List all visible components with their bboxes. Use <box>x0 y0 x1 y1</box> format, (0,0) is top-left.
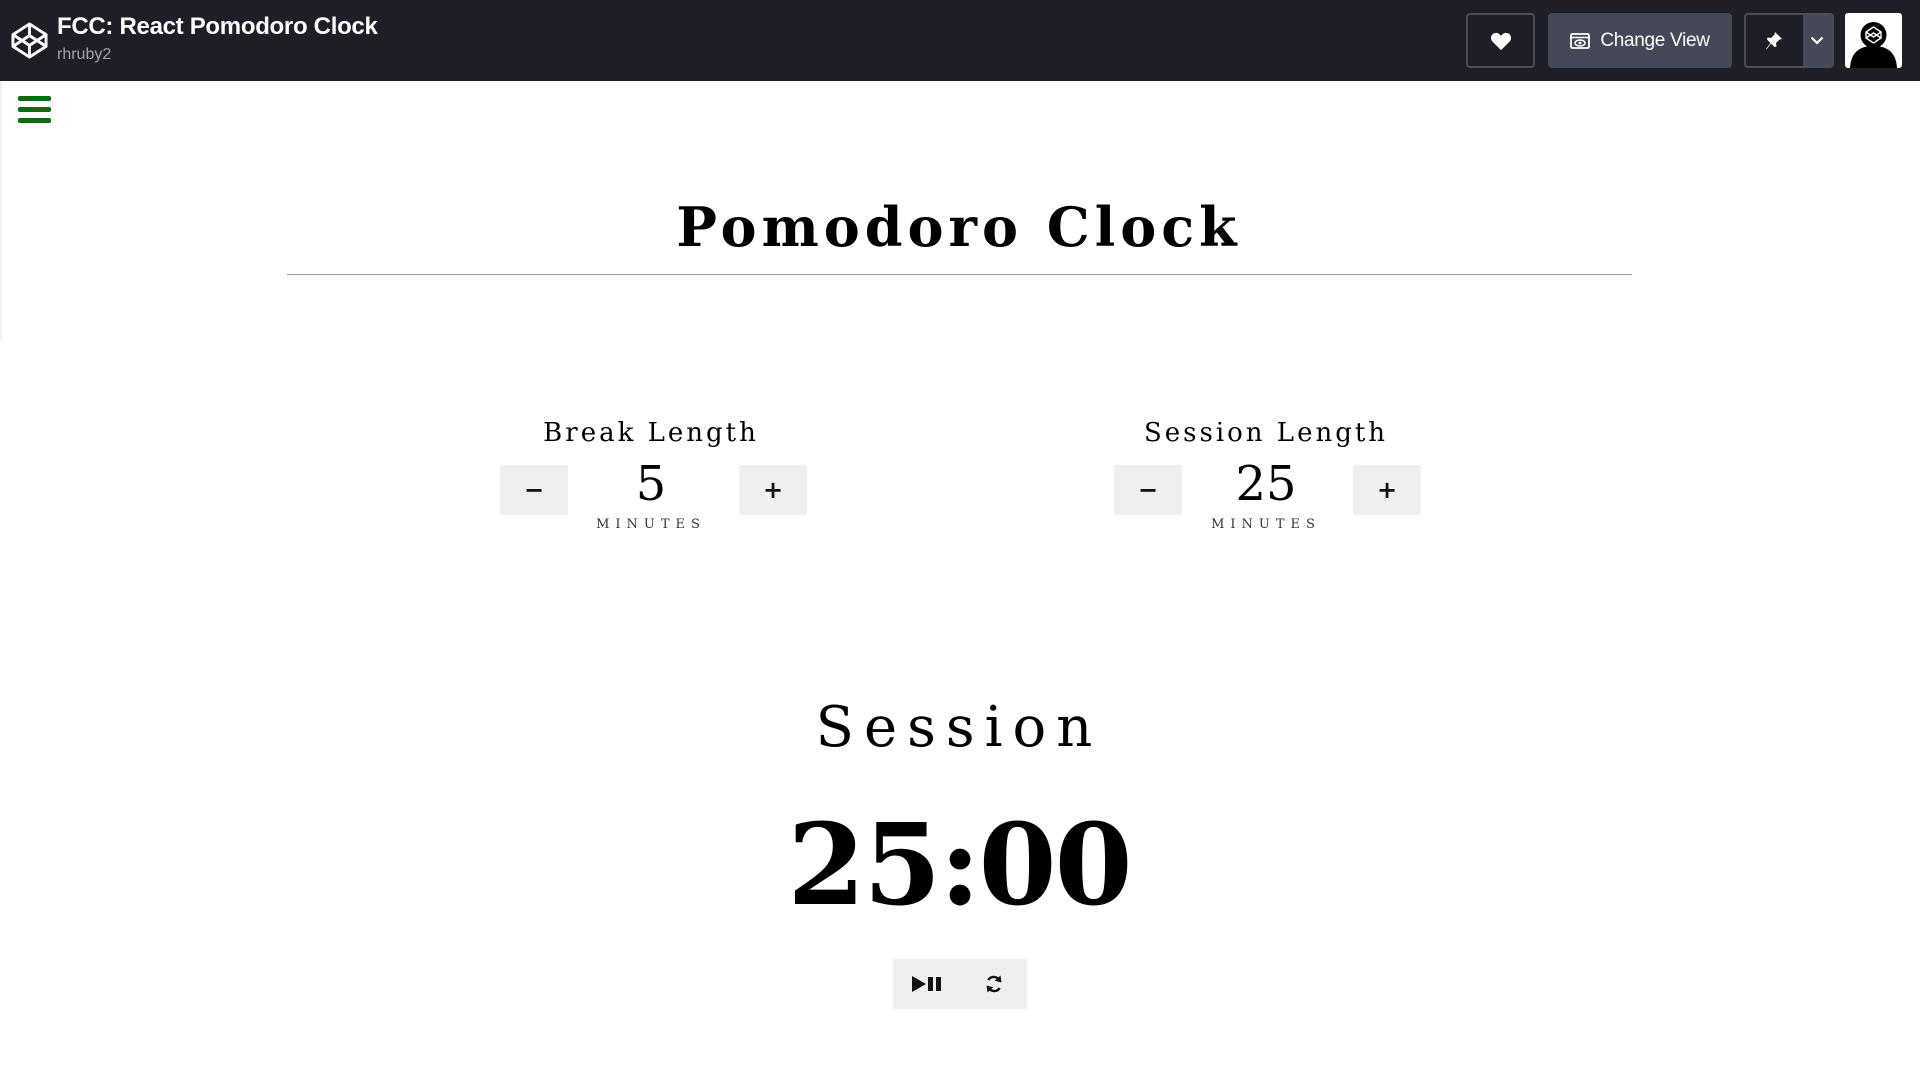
play-pause-icon <box>911 976 941 992</box>
break-unit-label: MINUTES <box>596 517 706 532</box>
title-divider <box>287 274 1632 275</box>
session-label: Session Length <box>1143 418 1389 448</box>
session-unit-label: MINUTES <box>1211 517 1321 532</box>
top-bar: FCC: React Pomodoro Clock rhruby2 Change… <box>0 0 1920 81</box>
reset-button[interactable] <box>960 959 1027 1009</box>
pen-author[interactable]: rhruby2 <box>57 46 111 64</box>
user-avatar[interactable] <box>1845 13 1902 68</box>
timer-label: Session <box>815 695 1103 760</box>
break-label: Break Length <box>543 418 759 448</box>
pin-button-group <box>1744 13 1834 68</box>
eye-window-icon <box>1570 32 1591 49</box>
refresh-icon <box>986 975 1001 993</box>
pin-button[interactable] <box>1746 15 1803 66</box>
chevron-down-icon <box>1811 36 1824 45</box>
change-view-label: Change View <box>1600 29 1710 51</box>
time-left: 25:00 <box>787 800 1132 931</box>
timer-controls <box>893 959 1027 1009</box>
heart-icon <box>1490 32 1511 50</box>
break-increment-button[interactable]: + <box>739 465 807 515</box>
session-increment-button[interactable]: + <box>1353 465 1421 515</box>
hamburger-menu-icon[interactable] <box>18 96 51 123</box>
change-view-button[interactable]: Change View <box>1548 13 1732 68</box>
codepen-logo-icon[interactable] <box>10 19 49 62</box>
user-avatar-icon <box>1850 22 1897 68</box>
pin-dropdown-button[interactable] <box>1802 15 1832 66</box>
pen-title[interactable]: FCC: React Pomodoro Clock <box>57 13 378 41</box>
pin-icon <box>1766 31 1783 49</box>
start-stop-button[interactable] <box>893 959 960 1009</box>
page-title: Pomodoro Clock <box>676 195 1242 259</box>
love-button[interactable] <box>1466 13 1535 68</box>
